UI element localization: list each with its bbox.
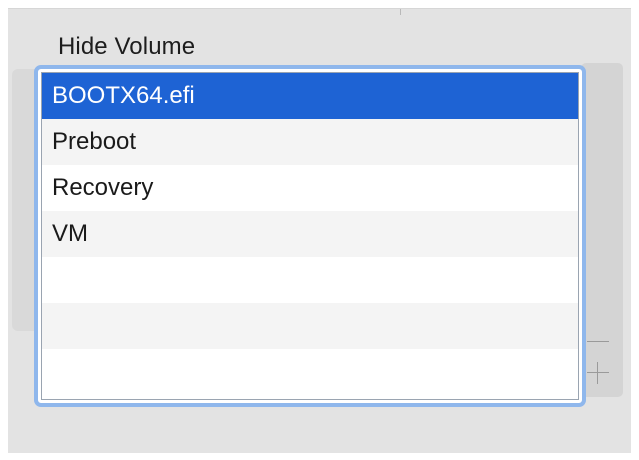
add-volume-button[interactable]	[582, 359, 614, 387]
hide-volume-list[interactable]: BOOTX64.efi Preboot Recovery VM	[41, 72, 579, 400]
hide-volume-panel: Hide Volume BOOTX64.efi Preboot Recovery…	[8, 8, 631, 453]
minus-icon	[587, 341, 609, 342]
list-item[interactable]: Recovery	[42, 165, 578, 211]
divider-tick	[400, 9, 401, 15]
list-item[interactable]	[42, 303, 578, 349]
plus-icon	[587, 362, 609, 384]
list-item[interactable]	[42, 257, 578, 303]
list-item[interactable]: BOOTX64.efi	[42, 73, 578, 119]
section-title: Hide Volume	[58, 33, 196, 60]
hide-volume-list-frame: BOOTX64.efi Preboot Recovery VM	[34, 65, 586, 407]
remove-volume-button[interactable]	[582, 327, 614, 355]
list-item[interactable]	[42, 349, 578, 395]
list-item[interactable]: Preboot	[42, 119, 578, 165]
list-item[interactable]: VM	[42, 211, 578, 257]
